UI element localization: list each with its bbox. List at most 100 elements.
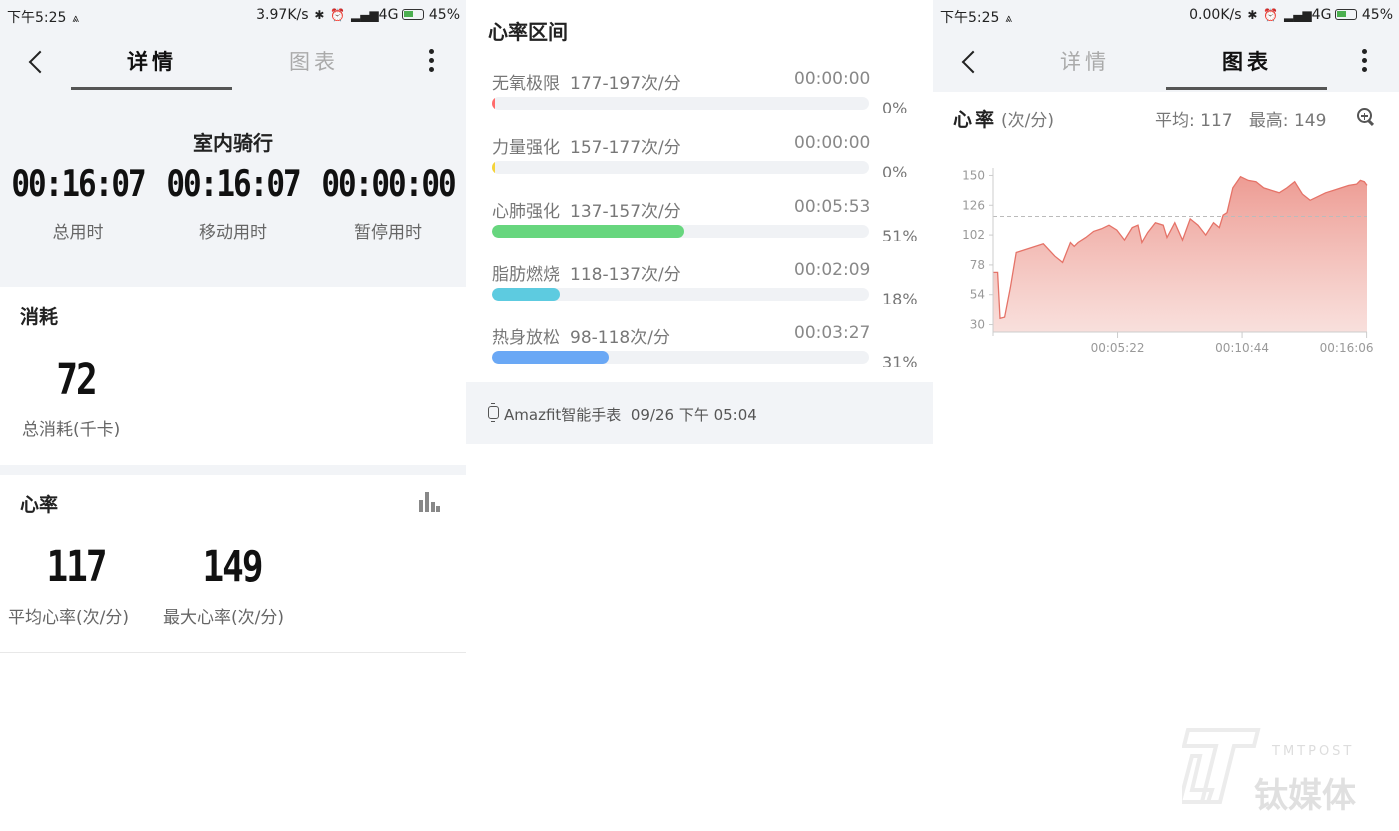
zone-track — [492, 351, 869, 364]
tab-details[interactable]: 详情 — [72, 46, 232, 76]
zone-track — [492, 161, 869, 174]
moving-time-label: 移动用时 — [199, 223, 267, 243]
zone-fill — [492, 351, 609, 364]
zone-range: 137-157次/分 — [570, 202, 681, 222]
tab-details[interactable]: 详情 — [1005, 46, 1165, 76]
bluetooth-icon: ✱ — [1243, 8, 1258, 22]
back-icon[interactable] — [959, 48, 983, 76]
battery-icon — [1335, 9, 1358, 20]
zone-time: 00:02:09 — [794, 260, 871, 280]
max-hr-value: 149 — [202, 543, 263, 592]
network-type: 4G — [1311, 7, 1332, 23]
device-name: Amazfit智能手表 — [504, 406, 622, 424]
zone-percent: 31% — [882, 353, 918, 367]
zone-row-anaerobic: 无氧极限 177-197次/分 00:00:00 0% — [492, 69, 922, 133]
top-bar: 详情 图表 — [0, 32, 466, 92]
zone-range: 118-137次/分 — [570, 265, 681, 285]
zones-title: 心率区间 — [488, 20, 568, 44]
y-tick-label: 150 — [962, 168, 985, 182]
zone-name: 脂肪燃烧 118-137次/分 — [492, 260, 681, 285]
zone-label: 热身放松 — [492, 328, 560, 348]
network-type: 4G — [378, 7, 399, 23]
back-icon[interactable] — [26, 48, 50, 76]
status-time: 下午5:25 — [940, 10, 1000, 26]
max-stat: 最高: 149 — [1248, 111, 1327, 131]
x-tick-label: 00:05:22 — [1091, 341, 1145, 355]
pause-time-value: 00:00:00 — [321, 162, 456, 206]
battery-icon — [402, 9, 425, 20]
zone-time: 00:00:00 — [794, 133, 871, 153]
moving-time-value: 00:16:07 — [166, 162, 301, 206]
total-time-label: 总用时 — [52, 223, 104, 243]
tmtpost-logo-icon — [1182, 728, 1261, 804]
watermark-text-en: TMTPOST — [1272, 744, 1355, 759]
more-icon[interactable] — [1361, 46, 1369, 76]
zone-row-cardio: 心肺强化 137-157次/分 00:05:53 51% — [492, 197, 922, 261]
chart-panel: 下午5:25 ⩓ 0.00K/s ✱ ⏰ ▂▄▆4G 45% 详情 图表 心率(… — [933, 0, 1399, 831]
more-icon[interactable] — [428, 46, 436, 76]
signal-icon: ▂▄▆ — [347, 8, 379, 22]
alarm-icon: ⏰ — [326, 8, 346, 22]
zone-percent: 0% — [882, 163, 908, 177]
zone-track — [492, 97, 869, 110]
zone-fill — [492, 97, 495, 110]
zone-percent: 18% — [882, 290, 918, 304]
zone-percent: 0% — [882, 99, 908, 113]
zone-name: 力量强化 157-177次/分 — [492, 133, 681, 158]
navigation-icon: ⩓ — [68, 11, 80, 25]
consumption-title: 消耗 — [20, 306, 59, 328]
bluetooth-icon: ✱ — [310, 8, 325, 22]
bottom-divider — [0, 652, 466, 653]
record-time: 09/26 下午 05:04 — [630, 406, 757, 424]
watermark-text-cn: 钛媒体 — [1254, 776, 1356, 816]
tab-chart[interactable]: 图表 — [1167, 46, 1327, 76]
zoom-in-icon[interactable] — [1357, 108, 1375, 126]
status-left: 下午5:25 ⩓ — [940, 7, 1012, 27]
status-right: 3.97K/s ✱ ⏰ ▂▄▆4G 45% — [256, 7, 460, 23]
heart-rate-title: 心率 — [20, 494, 59, 516]
details-panel: 下午5:25 ⩓ 3.97K/s ✱ ⏰ ▂▄▆4G 45% 详情 图表 室内骑… — [0, 0, 466, 831]
zone-label: 心肺强化 — [492, 202, 560, 222]
top-bar: 详情 图表 — [933, 32, 1399, 92]
zone-name: 无氧极限 177-197次/分 — [492, 69, 681, 94]
zone-range: 157-177次/分 — [570, 138, 681, 158]
alarm-icon: ⏰ — [1259, 8, 1279, 22]
zone-time: 00:00:00 — [794, 69, 871, 89]
zone-time: 00:03:27 — [794, 323, 871, 343]
heart-rate-chart: 30 54 78 102 126 150 00:05:22 00:10:44 00:16:06 — [962, 168, 1374, 355]
chart-title: 心率 (次/分) — [953, 105, 1054, 132]
zone-fill — [492, 288, 560, 301]
avg-stat: 平均: 117 — [1155, 111, 1233, 131]
tab-chart[interactable]: 图表 — [234, 46, 394, 76]
zone-name: 热身放松 98-118次/分 — [492, 323, 670, 348]
zone-row-strength: 力量强化 157-177次/分 00:00:00 0% — [492, 133, 922, 197]
zone-label: 力量强化 — [492, 138, 560, 158]
zone-label: 无氧极限 — [492, 74, 560, 94]
y-tick-label: 102 — [962, 228, 985, 242]
tab-underline — [1166, 87, 1327, 90]
zone-fill — [492, 225, 685, 238]
zone-row-fat-burn: 脂肪燃烧 118-137次/分 00:02:09 18% — [492, 260, 922, 324]
total-time-value: 00:16:07 — [11, 162, 146, 206]
zone-name: 心肺强化 137-157次/分 — [492, 197, 681, 222]
y-tick-label: 126 — [962, 198, 985, 212]
tmtpost-watermark: TMTPOST 钛媒体 — [1182, 726, 1382, 816]
status-time: 下午5:25 — [7, 10, 67, 26]
calories-value: 72 — [56, 356, 97, 405]
y-tick-label: 78 — [970, 258, 985, 272]
device-footer: Amazfit智能手表 09/26 下午 05:04 — [466, 382, 933, 444]
network-speed: 3.97K/s — [256, 7, 309, 23]
y-tick-label: 30 — [970, 318, 985, 332]
device-info: Amazfit智能手表 09/26 下午 05:04 — [504, 404, 757, 425]
zone-range: 98-118次/分 — [570, 328, 670, 348]
y-tick-label: 54 — [970, 288, 985, 302]
status-left: 下午5:25 ⩓ — [7, 7, 79, 27]
battery-percent: 45% — [428, 7, 460, 23]
bar-chart-icon[interactable] — [418, 492, 440, 512]
calories-label: 总消耗(千卡) — [22, 420, 121, 440]
section-divider — [0, 465, 466, 475]
zone-track — [492, 225, 869, 238]
avg-hr-value: 117 — [46, 543, 107, 592]
signal-icon: ▂▄▆ — [1280, 8, 1312, 22]
avg-hr-label: 平均心率(次/分) — [8, 608, 129, 628]
